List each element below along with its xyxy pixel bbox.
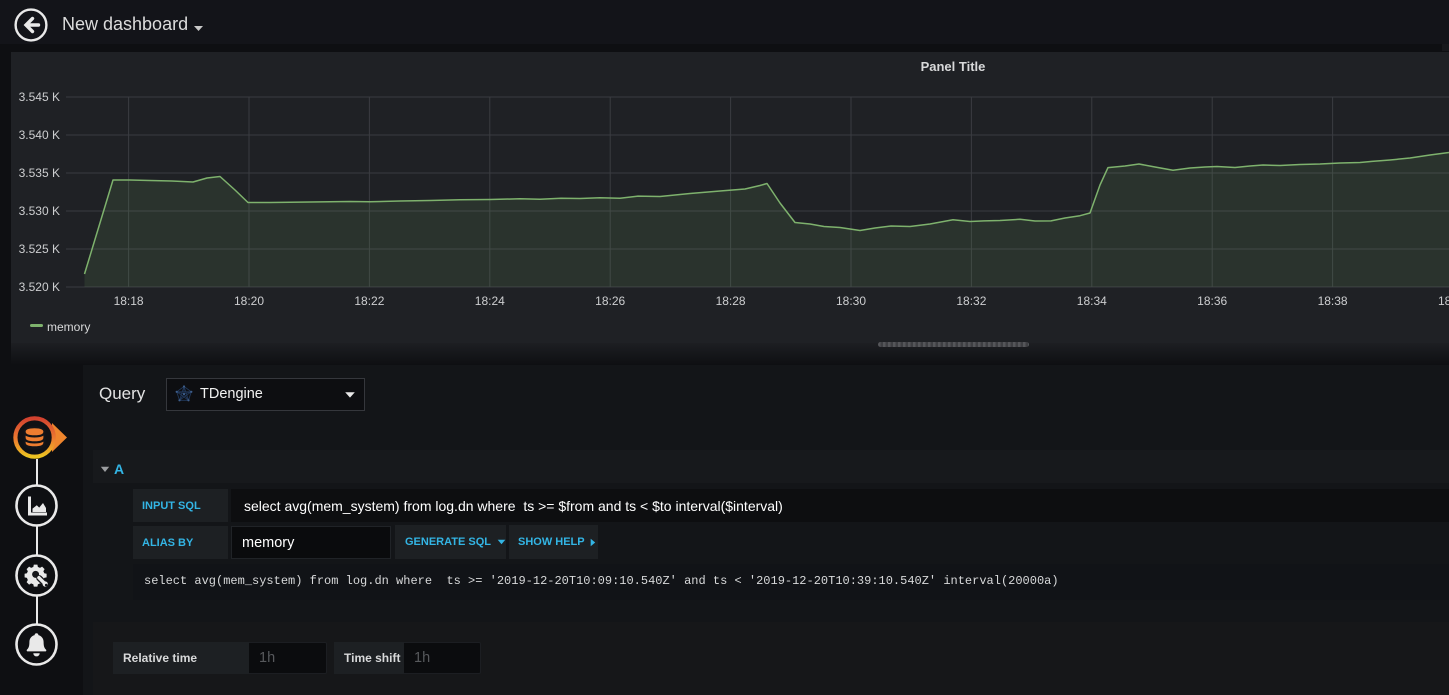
svg-text:18:22: 18:22	[354, 294, 384, 308]
svg-text:3.540 K: 3.540 K	[19, 128, 60, 142]
svg-text:memory: memory	[47, 320, 90, 334]
svg-text:18:40: 18:40	[1438, 294, 1449, 308]
svg-text:3.545 K: 3.545 K	[19, 90, 60, 104]
svg-text:3.525 K: 3.525 K	[19, 242, 60, 256]
svg-text:18:36: 18:36	[1197, 294, 1227, 308]
svg-text:18:34: 18:34	[1077, 294, 1107, 308]
svg-text:18:28: 18:28	[716, 294, 746, 308]
svg-text:3.535 K: 3.535 K	[19, 166, 60, 180]
svg-text:3.520 K: 3.520 K	[19, 280, 60, 294]
svg-text:18:32: 18:32	[956, 294, 986, 308]
svg-text:3.530 K: 3.530 K	[19, 204, 60, 218]
svg-text:18:30: 18:30	[836, 294, 866, 308]
svg-text:Panel Title: Panel Title	[921, 59, 986, 74]
svg-text:18:38: 18:38	[1318, 294, 1348, 308]
svg-text:18:18: 18:18	[114, 294, 144, 308]
svg-text:18:26: 18:26	[595, 294, 625, 308]
svg-text:18:24: 18:24	[475, 294, 505, 308]
svg-text:18:20: 18:20	[234, 294, 264, 308]
